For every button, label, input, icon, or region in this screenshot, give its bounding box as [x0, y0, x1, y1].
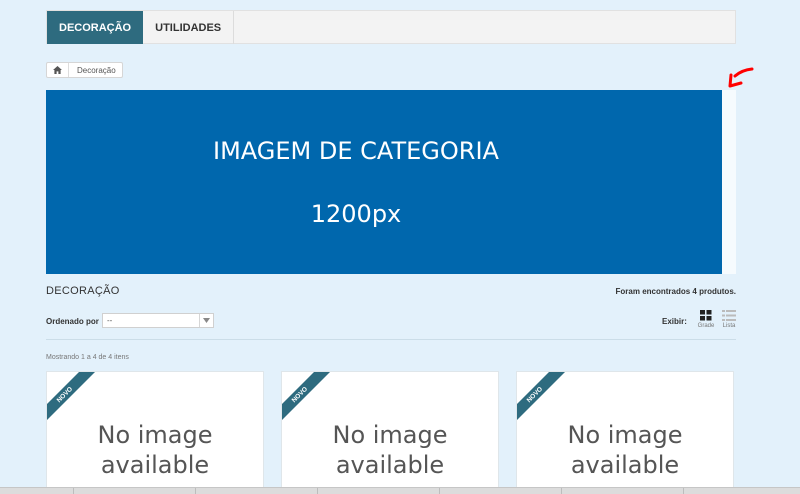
breadcrumb: Decoração: [46, 62, 123, 78]
grid-icon: [700, 310, 712, 321]
banner-gap: [722, 90, 736, 274]
category-nav: DECORAÇÃO UTILIDADES: [46, 10, 736, 44]
category-title: DECORAÇÃO: [46, 285, 120, 297]
chevron-down-icon: [199, 314, 213, 327]
tab-decoracao[interactable]: DECORAÇÃO: [47, 11, 144, 44]
bottom-bar: [0, 487, 800, 494]
showing-count: Mostrando 1 a 4 de 4 itens: [46, 354, 129, 361]
new-ribbon: NOVO: [282, 372, 330, 420]
no-image-placeholder: No image available: [47, 420, 263, 480]
products-found: Foram encontrados 4 produtos.: [615, 287, 736, 296]
breadcrumb-current: Decoração: [77, 65, 116, 75]
product-card[interactable]: NOVO No image available: [281, 371, 499, 494]
banner-title: IMAGEM DE CATEGORIA: [213, 137, 499, 165]
home-icon[interactable]: [47, 63, 69, 77]
no-image-line2: available: [335, 451, 445, 479]
red-arrow-icon: [728, 67, 754, 88]
view-grid-label: Grade: [697, 323, 715, 329]
sort-select[interactable]: --: [102, 313, 214, 328]
view-label: Exibir:: [662, 317, 687, 326]
view-list-label: Lista: [722, 323, 736, 329]
sort-label: Ordenado por: [46, 317, 99, 326]
list-icon: [722, 310, 736, 321]
view-grid-button[interactable]: Grade: [696, 310, 716, 329]
view-list-button[interactable]: Lista: [719, 310, 739, 329]
divider: [46, 339, 736, 340]
no-image-line1: No image: [567, 421, 683, 449]
no-image-placeholder: No image available: [282, 420, 498, 480]
no-image-line1: No image: [332, 421, 448, 449]
no-image-line2: available: [570, 451, 680, 479]
product-card[interactable]: NOVO No image available: [516, 371, 734, 494]
product-card[interactable]: NOVO No image available: [46, 371, 264, 494]
new-ribbon: NOVO: [47, 372, 95, 420]
no-image-line1: No image: [97, 421, 213, 449]
sort-selected-value: --: [107, 316, 113, 325]
no-image-line2: available: [100, 451, 210, 479]
banner-size: 1200px: [310, 200, 402, 228]
new-ribbon: NOVO: [517, 372, 565, 420]
category-banner: IMAGEM DE CATEGORIA 1200px: [46, 90, 722, 274]
tab-utilidades[interactable]: UTILIDADES: [143, 11, 235, 44]
no-image-placeholder: No image available: [517, 420, 733, 480]
